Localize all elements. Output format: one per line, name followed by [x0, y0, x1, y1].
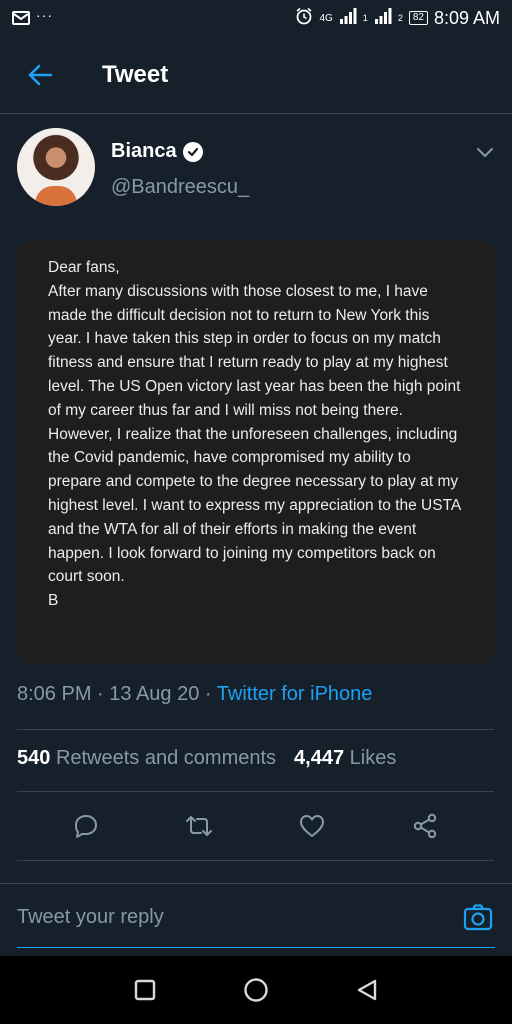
like-button[interactable]: [292, 806, 332, 846]
sim2-label: 2: [397, 13, 403, 23]
arrow-left-icon: [28, 64, 53, 85]
signal-icon-2: [374, 7, 392, 29]
tweet-image[interactable]: Dear fans, After many discussions with t…: [17, 241, 495, 664]
tweet-stats: 540 Retweets and comments 4,447 Likes: [17, 747, 396, 770]
divider: [17, 791, 494, 792]
tweet-actions: [17, 806, 494, 846]
tweet-timestamp: 8:06 PM · 13 Aug 20 · Twitter for iPhone: [17, 683, 373, 705]
reply-composer: [0, 883, 512, 956]
recents-button[interactable]: [125, 970, 165, 1010]
comment-icon: [74, 815, 97, 838]
retweet-icon: [185, 816, 212, 836]
triangle-back-icon: [357, 979, 376, 1001]
author-name-row[interactable]: Bianca: [111, 140, 203, 163]
avatar[interactable]: [17, 128, 95, 206]
sim1-label: 1: [362, 13, 368, 23]
tweet-author: Bianca @Bandreescu_: [17, 128, 497, 208]
clock: 8:09 AM: [433, 7, 500, 28]
share-icon: [414, 813, 437, 839]
retweets-stat[interactable]: 540 Retweets and comments: [17, 747, 276, 770]
reply-button[interactable]: [66, 806, 106, 846]
likes-stat[interactable]: 4,447 Likes: [294, 747, 396, 770]
system-nav-bar: [0, 956, 512, 1024]
back-button[interactable]: [20, 55, 60, 95]
retweet-button[interactable]: [179, 806, 219, 846]
divider: [17, 860, 494, 861]
tweet-options-button[interactable]: [473, 140, 497, 164]
input-underline: [17, 947, 495, 948]
share-button[interactable]: [405, 806, 445, 846]
gmail-icon: [12, 11, 30, 25]
overflow-dots: ···: [36, 7, 53, 23]
letter-signoff: B: [48, 592, 59, 610]
alarm-icon: [295, 7, 313, 30]
tweet-date: 13 Aug 20: [109, 683, 200, 705]
circle-icon: [244, 978, 268, 1002]
verified-badge-icon: [182, 141, 203, 162]
letter-greeting: Dear fans,: [48, 259, 120, 276]
tweet-source-link[interactable]: Twitter for iPhone: [217, 683, 373, 705]
letter-body: After many discussions with those closes…: [48, 282, 461, 586]
top-app-bar: Tweet: [0, 36, 512, 114]
tweet-time: 8:06 PM: [17, 683, 92, 705]
network-label: 4G: [319, 12, 333, 24]
divider: [17, 729, 494, 730]
chevron-down-icon: [477, 148, 493, 157]
square-icon: [135, 979, 156, 1001]
signal-icon-1: [339, 7, 357, 29]
add-photo-button[interactable]: [462, 902, 494, 934]
heart-icon: [300, 815, 325, 837]
camera-icon: [463, 904, 493, 931]
reply-input[interactable]: [17, 906, 437, 929]
back-nav-button[interactable]: [347, 970, 387, 1010]
author-name: Bianca: [111, 140, 177, 162]
page-title: Tweet: [102, 60, 169, 88]
author-handle[interactable]: @Bandreescu_: [111, 176, 249, 199]
battery-indicator: 82: [408, 11, 428, 25]
status-bar: ··· 4G 1 2 82 8:09 AM: [0, 0, 512, 36]
home-button[interactable]: [236, 970, 276, 1010]
